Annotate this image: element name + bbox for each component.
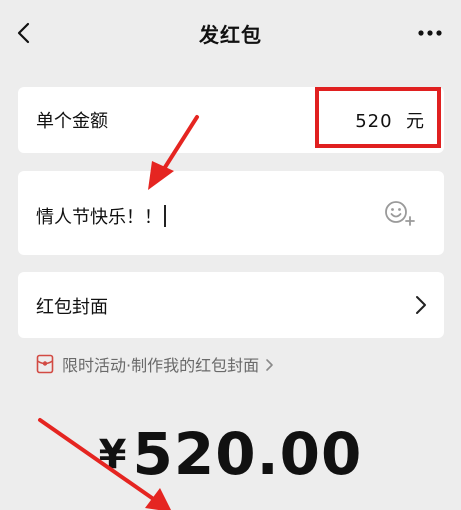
more-dots-icon[interactable] bbox=[413, 20, 447, 46]
amount-label: 单个金额 bbox=[36, 111, 108, 132]
message-input-row[interactable]: 情人节快乐！！ bbox=[18, 171, 444, 255]
amount-input[interactable]: 520 元 bbox=[355, 107, 425, 133]
message-text: 情人节快乐！！ bbox=[36, 207, 162, 228]
amount-value: 520 bbox=[355, 111, 393, 132]
chevron-right-icon bbox=[414, 295, 428, 315]
red-packet-cover-row[interactable]: 红包封面 bbox=[18, 272, 444, 338]
amount-row[interactable]: 单个金额 520 元 bbox=[18, 87, 444, 153]
emoji-icon[interactable] bbox=[384, 199, 416, 227]
cover-label: 红包封面 bbox=[36, 297, 108, 318]
page-title: 发红包 bbox=[199, 23, 262, 47]
message-input[interactable]: 情人节快乐！！ bbox=[36, 203, 166, 229]
amount-highlight-box[interactable]: 520 元 bbox=[315, 87, 441, 148]
text-caret bbox=[164, 205, 166, 227]
nav-bar: 发红包 bbox=[0, 0, 461, 66]
promo-text: 限时活动·制作我的红包封面 bbox=[62, 356, 260, 375]
promo-link[interactable]: 限时活动·制作我的红包封面 bbox=[36, 352, 275, 376]
promo-chevron-icon bbox=[265, 357, 275, 371]
total-amount: ¥520.00 bbox=[0, 420, 461, 488]
amount-unit: 元 bbox=[406, 111, 425, 132]
currency-symbol: ¥ bbox=[98, 432, 127, 478]
total-value: 520.00 bbox=[132, 420, 363, 488]
red-packet-icon bbox=[36, 354, 54, 374]
